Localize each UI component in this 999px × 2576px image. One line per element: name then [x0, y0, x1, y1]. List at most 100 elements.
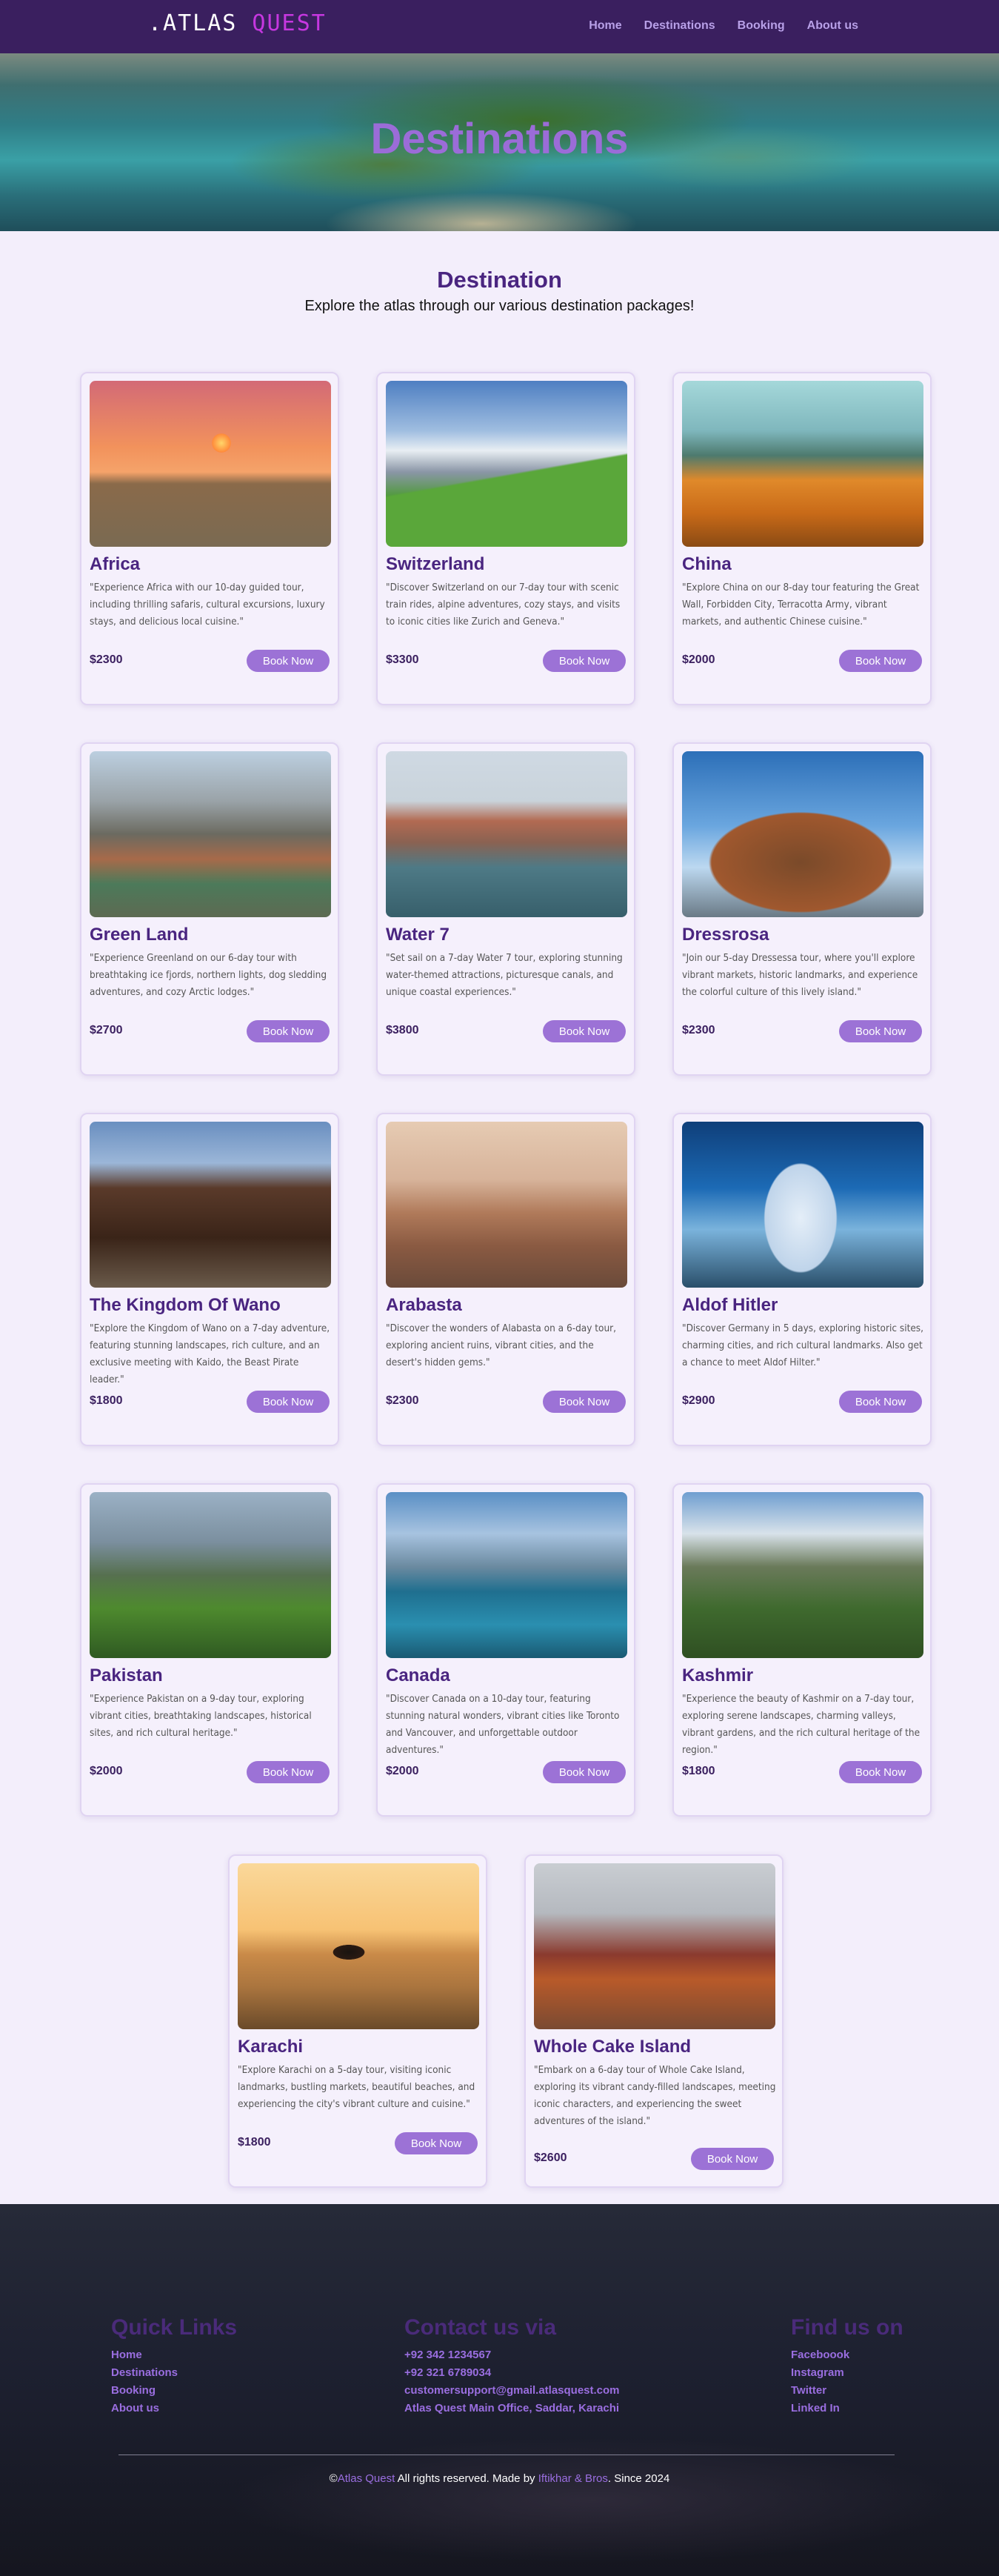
destination-name: Africa	[90, 554, 141, 574]
footer-quick-links: Quick Links Home Destinations Booking Ab…	[111, 2315, 237, 2417]
section-title: Destination	[437, 267, 562, 293]
footer-contact: Contact us via +92 342 1234567 +92 321 6…	[404, 2315, 620, 2417]
destination-card-kingdom-of-wano: The Kingdom Of Wano "Explore the Kingdom …	[80, 1113, 339, 1446]
nav-link-booking[interactable]: Booking	[738, 19, 785, 33]
destination-description: "Discover Switzerland on our 7-day tour …	[386, 582, 621, 628]
copyright-author[interactable]: Iftikhar & Bros	[538, 2472, 608, 2485]
destination-image	[534, 1863, 775, 2029]
nav-link-about[interactable]: About us	[807, 19, 858, 33]
destination-image	[386, 381, 627, 547]
destination-card-dressrosa: Dressrosa "Join our 5-day Dressessa tour,…	[672, 742, 932, 1076]
book-now-button[interactable]: Book Now	[543, 1020, 626, 1042]
footer-social-title: Find us on	[791, 2315, 903, 2340]
logo-quest: QUEST	[237, 10, 327, 36]
destination-description: "Discover Germany in 5 days, exploring h…	[682, 1322, 923, 1368]
footer-link-home[interactable]: Home	[111, 2346, 237, 2364]
destination-price: $2300	[90, 653, 123, 666]
destination-description: "Experience the beauty of Kashmir on a 7…	[682, 1693, 921, 1756]
copyright-symbol: ©	[329, 2472, 338, 2485]
footer-link-twitter[interactable]: Twitter	[791, 2382, 903, 2400]
destination-name: Water 7	[386, 925, 450, 945]
destination-price: $2000	[682, 653, 715, 666]
copyright-brand[interactable]: Atlas Quest	[338, 2472, 395, 2485]
destination-image	[90, 381, 331, 547]
destination-name: Whole Cake Island	[534, 2037, 692, 2057]
footer-link-destinations[interactable]: Destinations	[111, 2364, 237, 2382]
footer-link-about[interactable]: About us	[111, 2400, 237, 2417]
destination-name: Canada	[386, 1665, 450, 1685]
destination-image	[386, 1492, 627, 1658]
destination-image	[386, 751, 627, 917]
footer-phone-1[interactable]: +92 342 1234567	[404, 2346, 620, 2364]
destination-name: Arabasta	[386, 1295, 462, 1315]
destination-image	[682, 1492, 923, 1658]
copyright-text: All rights reserved. Made by	[395, 2472, 538, 2485]
footer-link-facebook[interactable]: Faceboook	[791, 2346, 903, 2364]
destination-price: $2600	[534, 2151, 567, 2164]
destination-description: "Experience Africa with our 10-day guide…	[90, 582, 325, 628]
destination-card-kashmir: Kashmir "Experience the beauty of Kashmir…	[672, 1483, 932, 1817]
book-now-button[interactable]: Book Now	[839, 1761, 922, 1783]
nav-link-home[interactable]: Home	[589, 19, 621, 33]
destination-description: "Experience Pakistan on a 9-day tour, ex…	[90, 1693, 312, 1739]
book-now-button[interactable]: Book Now	[839, 1020, 922, 1042]
destination-price: $1800	[238, 2136, 271, 2149]
nav-link-destinations[interactable]: Destinations	[644, 19, 715, 33]
book-now-button[interactable]: Book Now	[691, 2148, 774, 2170]
book-now-button[interactable]: Book Now	[395, 2132, 478, 2154]
footer-address: Atlas Quest Main Office, Saddar, Karachi	[404, 2402, 620, 2414]
destination-card-china: China "Explore China on our 8-day tour fe…	[672, 372, 932, 705]
footer-link-booking[interactable]: Booking	[111, 2382, 237, 2400]
destination-description: "Set sail on a 7-day Water 7 tour, explo…	[386, 952, 623, 998]
book-now-button[interactable]: Book Now	[543, 1761, 626, 1783]
book-now-button[interactable]: Book Now	[247, 1391, 330, 1413]
book-now-button[interactable]: Book Now	[543, 650, 626, 672]
destination-card-green-land: Green Land "Experience Greenland on our 6…	[80, 742, 339, 1076]
site-logo[interactable]: .ATLAS QUEST	[148, 10, 327, 36]
destination-price: $2300	[682, 1024, 715, 1036]
destination-name: Green Land	[90, 925, 189, 945]
destination-description: "Join our 5-day Dressessa tour, where yo…	[682, 952, 918, 998]
destination-name: Switzerland	[386, 554, 485, 574]
book-now-button[interactable]: Book Now	[247, 1020, 330, 1042]
footer-social: Find us on Faceboook Instagram Twitter L…	[791, 2315, 903, 2417]
destination-price: $2300	[386, 1394, 419, 1407]
destination-image	[682, 381, 923, 547]
destination-image	[682, 751, 923, 917]
footer-email[interactable]: customersupport@gmail.atlasquest.com	[404, 2382, 620, 2400]
destination-price: $2000	[90, 1765, 123, 1777]
destination-price: $2000	[386, 1765, 419, 1777]
destination-image	[90, 1122, 331, 1288]
footer-phone-2[interactable]: +92 321 6789034	[404, 2364, 620, 2382]
footer-divider	[118, 2454, 895, 2455]
destination-card-canada: Canada "Discover Canada on a 10-day tour,…	[376, 1483, 635, 1817]
footer-contact-title: Contact us via	[404, 2315, 557, 2340]
destination-card-whole-cake-island: Whole Cake Island "Embark on a 6-day tour…	[524, 1854, 784, 2188]
footer-link-instagram[interactable]: Instagram	[791, 2364, 903, 2382]
destination-description: "Explore China on our 8-day tour featuri…	[682, 582, 920, 628]
destination-name: China	[682, 554, 732, 574]
destination-description: "Discover the wonders of Alabasta on a 6…	[386, 1322, 617, 1368]
destination-price: $2700	[90, 1024, 123, 1036]
destination-price: $3300	[386, 653, 419, 666]
book-now-button[interactable]: Book Now	[839, 650, 922, 672]
destination-name: Karachi	[238, 2037, 304, 2057]
destination-description: "Explore Karachi on a 5-day tour, visiti…	[238, 2064, 475, 2110]
navbar: .ATLAS QUEST Home Destinations Booking A…	[0, 0, 999, 53]
destination-price: $1800	[90, 1394, 123, 1407]
destination-name: Dressrosa	[682, 925, 769, 945]
footer: Quick Links Home Destinations Booking Ab…	[0, 2204, 999, 2576]
nav-links: Home Destinations Booking About us	[589, 19, 858, 33]
book-now-button[interactable]: Book Now	[543, 1391, 626, 1413]
destination-image	[682, 1122, 923, 1288]
destination-name: Kashmir	[682, 1665, 754, 1685]
destination-description: "Explore the Kingdom of Wano on a 7-day …	[90, 1322, 330, 1385]
book-now-button[interactable]: Book Now	[839, 1391, 922, 1413]
logo-atlas: .ATLAS	[148, 10, 238, 36]
book-now-button[interactable]: Book Now	[247, 650, 330, 672]
book-now-button[interactable]: Book Now	[247, 1761, 330, 1783]
destination-card-arabasta: Arabasta "Discover the wonders of Alabast…	[376, 1113, 635, 1446]
footer-copyright: ©Atlas Quest All rights reserved. Made b…	[0, 2472, 999, 2485]
footer-link-linkedin[interactable]: Linked In	[791, 2400, 903, 2417]
hero-banner: Destinations	[0, 53, 999, 231]
